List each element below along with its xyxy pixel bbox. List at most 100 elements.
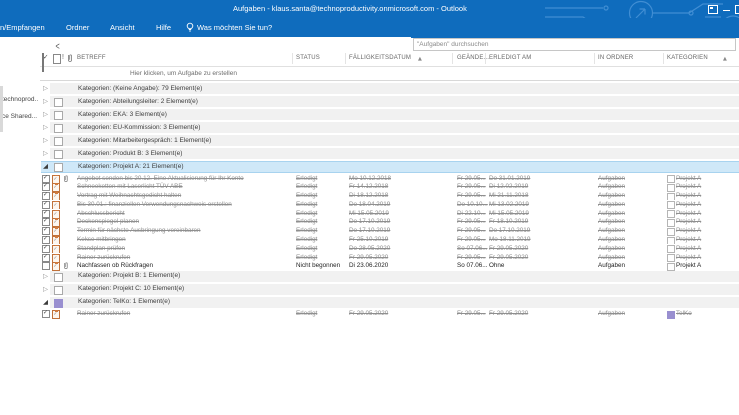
task-due-date: Di 18.12.2018 xyxy=(349,192,389,200)
header-in-ordner[interactable]: IN ORDNER xyxy=(598,55,633,61)
expand-collapse-icon[interactable]: ▷ xyxy=(43,97,48,105)
task-status: Erledigt xyxy=(296,310,318,318)
group-row[interactable]: ▷ Kategorien: EKA: 3 Element(e) xyxy=(0,109,739,122)
header-betreff[interactable]: BETREFF xyxy=(77,55,106,61)
task-due-date: Do 18.04.2019 xyxy=(349,200,391,208)
task-row[interactable]: ✓ Schneeketten mit Laserlicht TÜV ABE Erle… xyxy=(0,182,739,193)
category-color-swatch xyxy=(54,150,63,159)
task-status: Erledigt xyxy=(296,236,318,244)
task-completed-date: Fr 29.05.2020 xyxy=(489,244,529,252)
task-row[interactable]: ✓ Termin für nächste Ausbringung vereinba… xyxy=(0,226,739,237)
group-row[interactable]: ▷ Kategorien: Projekt B: 1 Element(e) xyxy=(0,270,739,284)
ribbon-display-options-icon[interactable] xyxy=(708,5,718,14)
task-due-date: Mo 10.12.2018 xyxy=(349,174,392,182)
group-row[interactable]: ◢ Kategorien: Projekt A: 21 Element(e) xyxy=(0,161,739,174)
attachment-column-icon[interactable] xyxy=(67,54,73,63)
header-erledigt-am[interactable]: ERLEDIGT AM xyxy=(489,55,531,61)
group-row[interactable]: ▷ Kategorien: (Keine Angabe): 79 Element(… xyxy=(0,83,739,96)
task-category: Projekt A xyxy=(676,174,702,182)
list-header: ! BETREFF STATUS FÄLLIGKEITSDATUM ▲ GEÄN… xyxy=(40,51,739,72)
task-subject: Rainer zurückrufen xyxy=(77,310,131,318)
expand-collapse-icon[interactable]: ◢ xyxy=(43,298,48,306)
expand-collapse-icon[interactable]: ▷ xyxy=(43,136,48,144)
task-modified-date: Fr 29.05... xyxy=(457,174,486,182)
item-type-column-icon[interactable] xyxy=(53,54,61,64)
task-status: Erledigt xyxy=(296,209,318,217)
group-label: Kategorien: Mitarbeitergespräch: 1 Eleme… xyxy=(78,136,212,144)
title-bar: Aufgaben - klaus.santa@technoproductivit… xyxy=(0,0,739,37)
complete-checkbox[interactable]: ✓ xyxy=(42,192,50,201)
task-row[interactable]: ✓ Kekse mitbringen Erledigt Fr 25.10.2019 Fr… xyxy=(0,235,739,246)
group-row[interactable]: ◢ Kategorien: TelKo: 1 Element(e) xyxy=(0,296,739,310)
maximize-icon[interactable] xyxy=(735,5,739,14)
task-row[interactable]: ✓ Bis 30.01.: finanziellen Verwendungsnac… xyxy=(0,200,739,210)
expand-collapse-icon[interactable]: ▷ xyxy=(43,84,48,92)
search-input[interactable] xyxy=(413,38,736,51)
lightbulb-icon xyxy=(186,22,194,32)
category-color-swatch xyxy=(667,236,675,245)
complete-checkbox[interactable]: ✓ xyxy=(42,183,50,192)
task-subject: Termin für nächste Ausbringung vereinbar… xyxy=(77,227,201,235)
task-status: Nicht begonnen xyxy=(296,262,341,270)
expand-collapse-icon[interactable]: ▷ xyxy=(43,285,48,293)
sort-asc-icon[interactable]: ▲ xyxy=(723,56,727,62)
task-row[interactable]: ✓ Deckenspiegel planen Erledigt Do 17.10.20… xyxy=(0,217,739,228)
complete-checkbox[interactable]: ✓ xyxy=(42,218,50,227)
task-row[interactable]: ✓ Angebot senden bis 20.12. Eine Aktualis… xyxy=(0,174,739,184)
expand-collapse-icon[interactable]: ▷ xyxy=(43,149,48,157)
task-row[interactable]: ✓ Rainer zurückrufen Erledigt Fr 29.05.2020… xyxy=(0,253,739,263)
category-color-swatch xyxy=(667,254,675,263)
group-row[interactable]: ▷ Kategorien: Abteilungsleiter: 2 Element… xyxy=(0,96,739,109)
tab-hilfe[interactable]: Hilfe xyxy=(156,23,171,32)
category-color-swatch xyxy=(667,201,675,210)
group-label: Kategorien: TelKo: 1 Element(e) xyxy=(78,298,171,306)
expand-collapse-icon[interactable]: ◢ xyxy=(43,162,48,170)
header-status[interactable]: STATUS xyxy=(296,55,320,61)
task-modified-date: Fr 29.05... xyxy=(457,253,486,261)
header-faelligkeitsdatum[interactable]: FÄLLIGKEITSDATUM xyxy=(349,55,411,61)
task-due-date: Di 23.06.2020 xyxy=(349,262,389,270)
collapse-folder-pane-icon[interactable]: < xyxy=(56,41,60,52)
group-row[interactable]: ▷ Kategorien: Produkt B: 3 Element(e) xyxy=(0,148,739,161)
new-task-row[interactable]: Hier klicken, um Aufgabe zu erstellen xyxy=(40,67,739,81)
tell-me-box[interactable]: Was möchten Sie tun? xyxy=(197,23,272,32)
task-completed-date: Mi 15.05.2019 xyxy=(489,209,529,217)
tab-senden-empfangen[interactable]: n/Empfangen xyxy=(0,23,45,32)
complete-checkbox[interactable] xyxy=(42,262,50,271)
ribbon-tab-bar: n/Empfangen Ordner Ansicht Hilfe Was möc… xyxy=(0,18,739,37)
sort-asc-icon[interactable]: ▲ xyxy=(418,56,422,62)
complete-checkbox[interactable]: ✓ xyxy=(42,236,50,245)
importance-column-icon[interactable]: ! xyxy=(62,54,64,61)
task-row[interactable]: ✓ Vortrag mit Weihnachtsgedicht halten Erl… xyxy=(0,191,739,202)
header-kategorien[interactable]: KATEGORIEN xyxy=(667,55,708,61)
task-row[interactable]: Nachfassen ob Rückfragen Nicht begonnen Di… xyxy=(0,261,739,272)
task-row[interactable]: ✓ Standplan prüfen Erledigt Do 28.05.2020 So… xyxy=(0,244,739,254)
task-category: Projekt A xyxy=(676,200,702,208)
task-row[interactable]: ✓ Rainer zurückrufen Erledigt Fr 29.05.2020… xyxy=(0,309,739,320)
minimize-icon[interactable] xyxy=(723,10,730,11)
category-color-swatch xyxy=(54,111,63,120)
task-category: Projekt A xyxy=(676,209,702,217)
tab-ordner[interactable]: Ordner xyxy=(66,23,89,32)
tab-ansicht[interactable]: Ansicht xyxy=(110,23,135,32)
expand-collapse-icon[interactable]: ▷ xyxy=(43,272,48,280)
task-subject: Standplan prüfen xyxy=(77,244,125,252)
expand-collapse-icon[interactable]: ▷ xyxy=(43,110,48,118)
group-row[interactable]: ▷ Kategorien: Mitarbeitergespräch: 1 Elem… xyxy=(0,135,739,148)
group-row[interactable]: ▷ Kategorien: EU-Kommission: 3 Element(e) xyxy=(0,122,739,135)
task-completed-date: Di 12.02.2019 xyxy=(489,183,529,191)
task-due-date: Fr 14.12.2018 xyxy=(349,183,389,191)
complete-checkbox[interactable]: ✓ xyxy=(42,244,50,253)
complete-checkbox[interactable]: ✓ xyxy=(42,174,50,183)
complete-checkbox[interactable]: ✓ xyxy=(42,310,50,319)
complete-checkbox[interactable]: ✓ xyxy=(42,227,50,236)
group-row[interactable]: ▷ Kategorien: Projekt C: 10 Element(e) xyxy=(0,283,739,297)
task-row[interactable]: ✓AbschlussberichtErledigtMi 15.05.2019Di… xyxy=(0,209,739,219)
task-completed-date: Fr 29.05.2020 xyxy=(489,253,529,261)
complete-checkbox[interactable]: ✓ xyxy=(42,200,50,209)
task-due-date: Do 17.10.2019 xyxy=(349,227,391,235)
expand-collapse-icon[interactable]: ▷ xyxy=(43,123,48,131)
complete-checkbox[interactable]: ✓ xyxy=(42,253,50,262)
task-subject: Nachfassen ob Rückfragen xyxy=(77,262,153,270)
complete-checkbox[interactable]: ✓ xyxy=(42,209,50,218)
